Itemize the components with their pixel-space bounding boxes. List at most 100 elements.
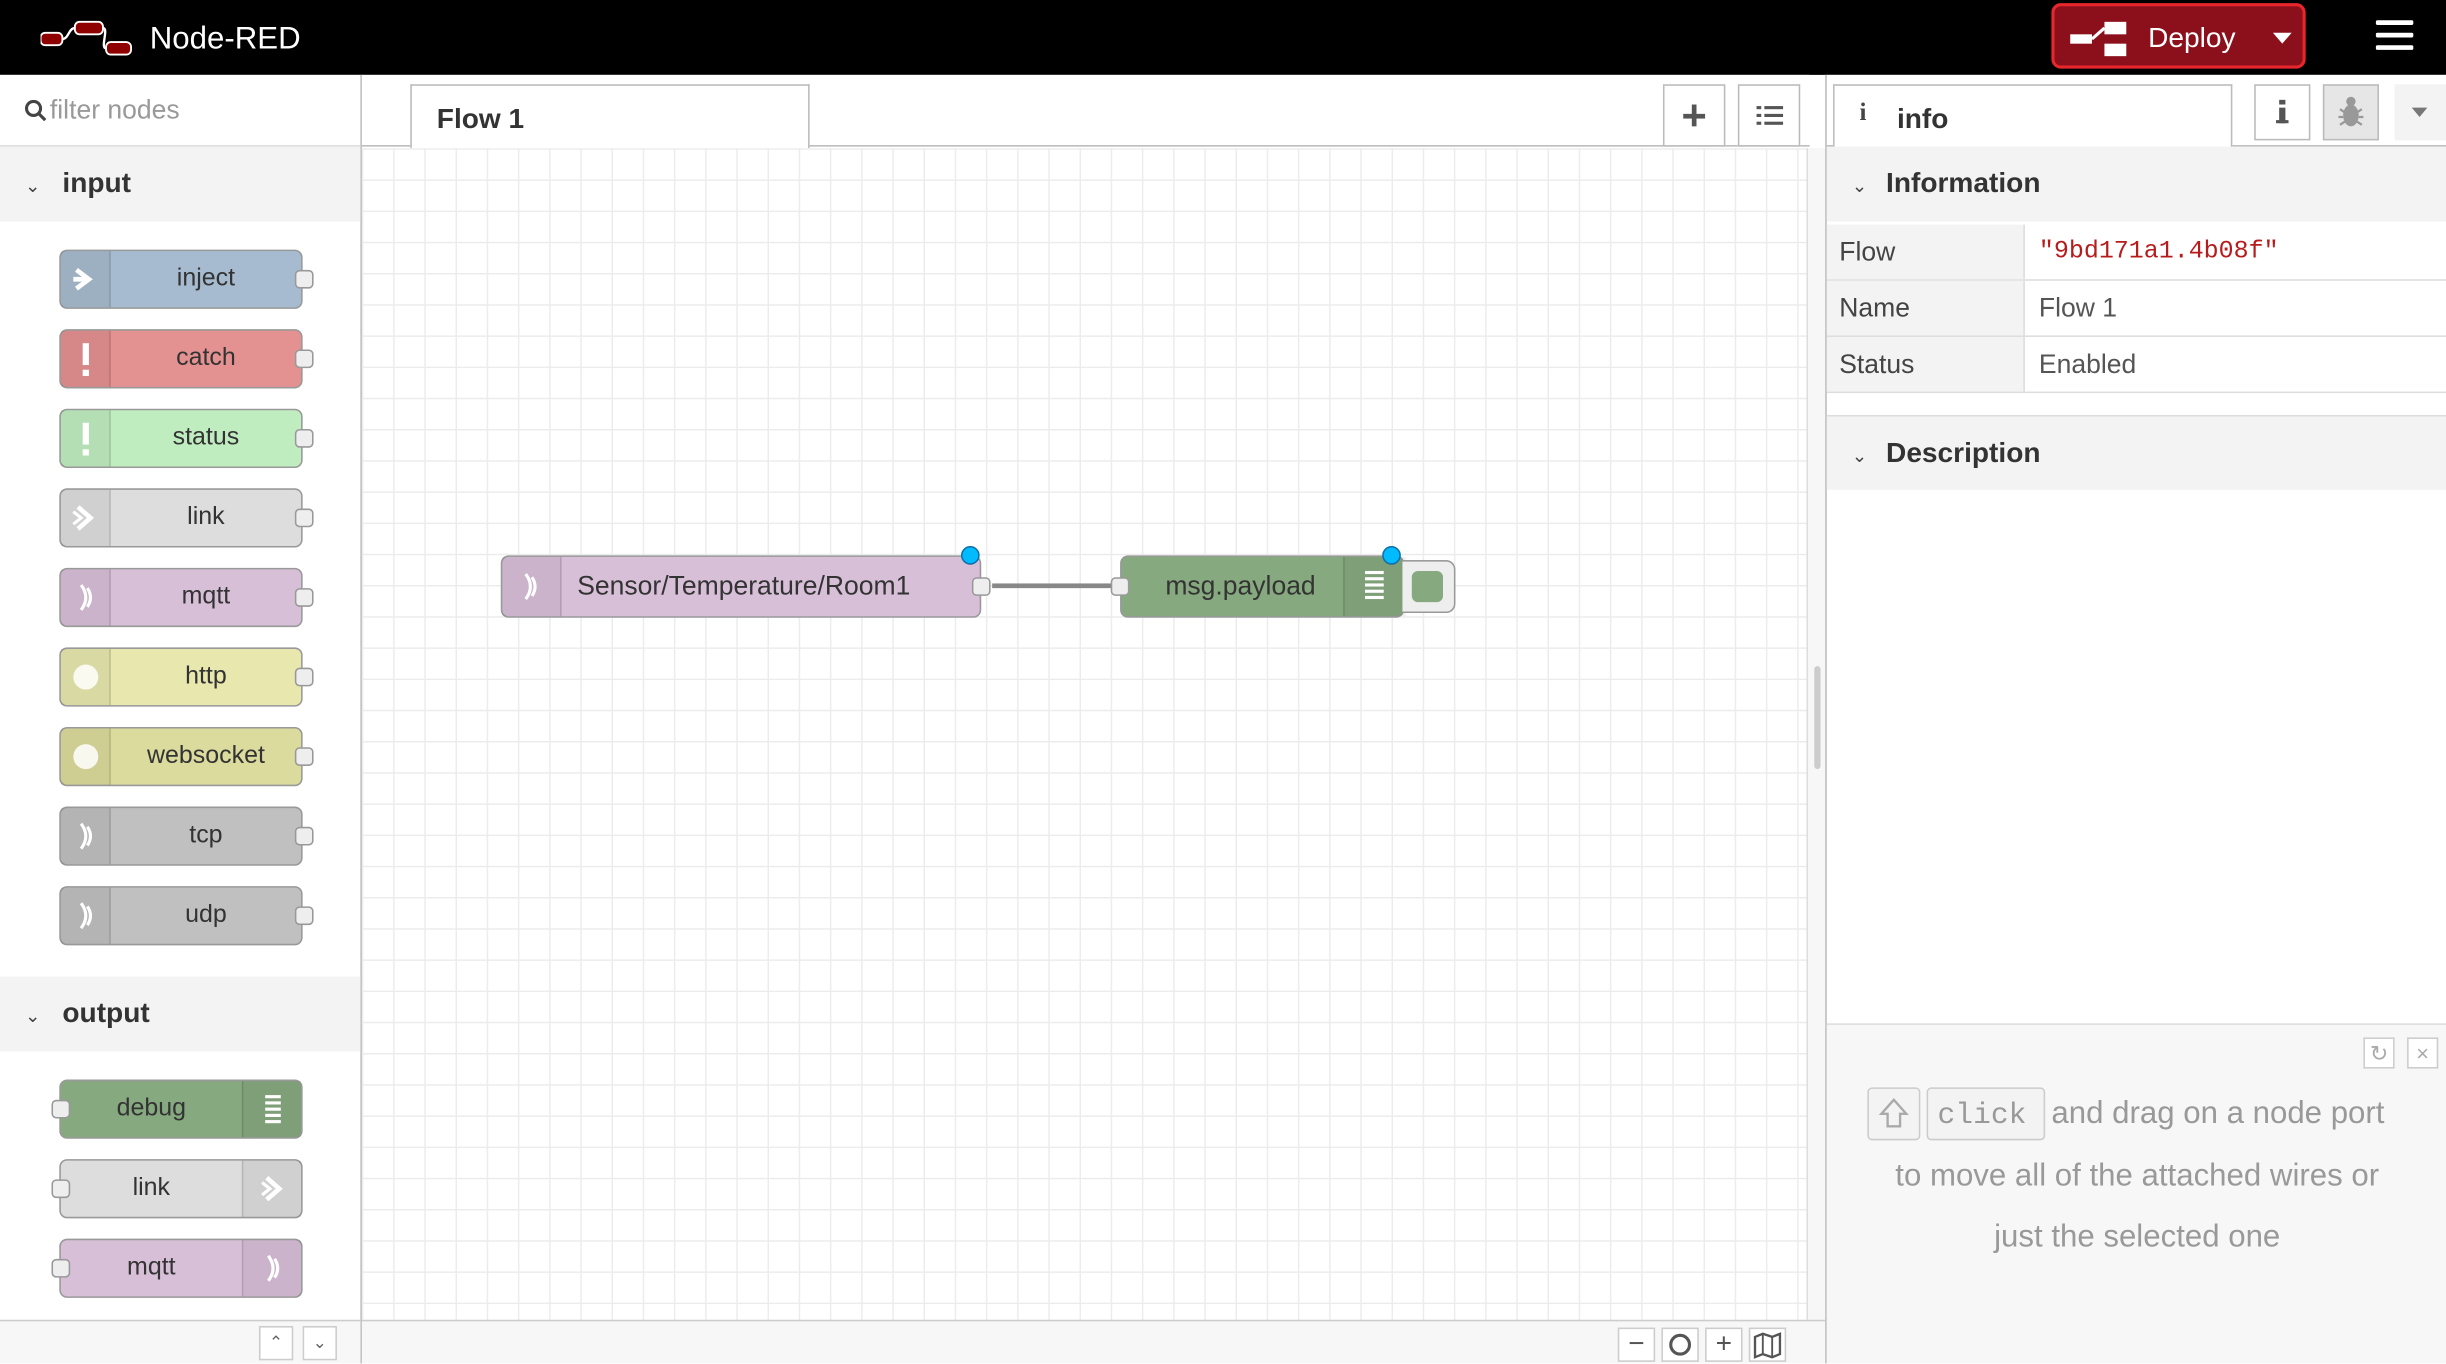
palette-node-label: websocket <box>146 742 265 770</box>
workspace-footer: − + <box>361 1319 1826 1364</box>
tab-info[interactable]: i info <box>1832 84 2233 149</box>
section-title: Information <box>1886 166 2041 199</box>
palette-node-mqtt-in[interactable]: mqtt <box>59 567 314 628</box>
palette-node-http-in[interactable]: http <box>59 647 314 707</box>
tip-text-line2: to move all of the attached wires or <box>1895 1159 2380 1194</box>
tab-label: info <box>1896 102 1949 135</box>
info-row-status: Status Enabled <box>1826 336 2446 394</box>
palette-node-label: inject <box>176 265 236 292</box>
output-port <box>294 906 314 926</box>
resize-grip[interactable] <box>1814 666 1821 770</box>
globe-icon <box>60 648 111 706</box>
bug-icon <box>2338 96 2364 127</box>
info-tab-button[interactable] <box>2254 84 2311 141</box>
deploy-button[interactable]: Deploy <box>2051 3 2306 69</box>
palette-node-link-out[interactable]: link <box>51 1159 303 1219</box>
link-in-icon <box>60 489 111 546</box>
deploy-dropdown-icon[interactable] <box>2272 32 2292 44</box>
palette-node-label: link <box>187 503 225 531</box>
information-section-header[interactable]: ⌄ Information <box>1826 146 2446 222</box>
workspace-tabs: Flow 1 <box>361 74 1810 149</box>
node-palette: ⌄ input inject catch status <box>0 74 362 1364</box>
flow-canvas[interactable]: Sensor/Temperature/Room1 msg.payload <box>361 148 1807 1320</box>
output-port <box>294 747 314 766</box>
flow-node-mqtt-in[interactable]: Sensor/Temperature/Room1 <box>500 546 991 618</box>
palette-node-udp-in[interactable]: udp <box>59 886 314 946</box>
output-port <box>294 667 314 687</box>
palette-node-mqtt-out[interactable]: mqtt <box>51 1238 303 1298</box>
bridge-icon <box>502 556 562 617</box>
flow-wire[interactable] <box>992 583 1121 589</box>
palette-node-tcp-in[interactable]: tcp <box>59 806 314 866</box>
tip-text-line1: and drag on a node port <box>2051 1096 2385 1131</box>
debug-tab-button[interactable] <box>2322 84 2379 141</box>
bridge-icon <box>241 1240 302 1297</box>
category-header-input[interactable]: ⌄ input <box>0 146 361 222</box>
tip-key-label: click <box>1926 1087 2046 1141</box>
info-icon <box>2276 99 2289 124</box>
description-section-header[interactable]: ⌄ Description <box>1826 414 2446 490</box>
tab-flow-1[interactable]: Flow 1 <box>410 84 810 149</box>
deploy-label: Deploy <box>2148 21 2236 54</box>
palette-node-websocket-in[interactable]: websocket <box>59 726 314 787</box>
refresh-tip-icon[interactable]: ↻ <box>2363 1037 2395 1069</box>
alert-icon <box>60 330 111 387</box>
search-icon <box>24 99 47 122</box>
chevron-down-icon: ⌄ <box>24 1004 41 1027</box>
input-port[interactable] <box>1110 577 1130 596</box>
zoom-reset-icon <box>1669 1333 1692 1356</box>
tip-text-line3: just the selected one <box>1994 1219 2281 1255</box>
list-flows-button[interactable] <box>1737 84 1801 147</box>
output-port[interactable] <box>971 577 991 596</box>
filter-nodes-input[interactable] <box>49 90 347 132</box>
debug-toggle-indicator <box>1411 570 1443 603</box>
changed-marker <box>1382 546 1401 565</box>
flow-node-debug[interactable]: msg.payload <box>1110 546 1406 618</box>
section-title: Description <box>1886 436 2041 468</box>
info-icon: i <box>1859 99 1867 127</box>
menu-bar <box>2375 45 2414 50</box>
expand-all-icon[interactable]: ⌄ <box>302 1326 337 1361</box>
chevron-down-icon: ⌄ <box>1851 444 1868 467</box>
info-table: Flow "9bd171a1.4b08f" Name Flow 1 Status… <box>1826 224 2446 394</box>
info-value: Flow 1 <box>2038 293 2118 323</box>
palette-node-label: http <box>185 663 227 690</box>
collapse-all-icon[interactable]: ⌃ <box>258 1326 294 1361</box>
bridge-icon <box>60 808 111 865</box>
map-icon <box>1753 1332 1782 1359</box>
arrow-in-icon <box>60 251 111 308</box>
palette-node-debug[interactable]: debug <box>51 1079 303 1139</box>
category-header-output[interactable]: ⌄ output <box>0 976 361 1052</box>
list-icon <box>1756 106 1784 125</box>
caret-down-icon <box>2411 107 2428 117</box>
zoom-out-button[interactable]: − <box>1617 1327 1656 1362</box>
flow-node-label: msg.payload <box>1165 570 1316 601</box>
tips-panel: ↻ × click and drag on a node port to mov… <box>1826 1023 2446 1364</box>
sidebar-menu-button[interactable] <box>2394 84 2446 141</box>
zoom-reset-button[interactable] <box>1661 1327 1699 1362</box>
debug-toggle-button[interactable] <box>1402 560 1456 614</box>
info-key: Flow <box>1826 224 2025 280</box>
output-port <box>294 588 314 607</box>
zoom-in-button[interactable]: + <box>1705 1327 1743 1362</box>
palette-node-status[interactable]: status <box>59 408 314 468</box>
info-value: "9bd171a1.4b08f" <box>2038 237 2279 266</box>
palette-node-link-in[interactable]: link <box>59 488 314 548</box>
add-flow-button[interactable] <box>1662 84 1726 147</box>
info-row-flow: Flow "9bd171a1.4b08f" <box>1826 224 2446 281</box>
palette-node-catch[interactable]: catch <box>59 329 314 389</box>
navigator-button[interactable] <box>1748 1327 1787 1362</box>
palette-search <box>0 75 361 147</box>
palette-node-label: udp <box>185 901 227 929</box>
bridge-icon <box>60 887 111 944</box>
close-icon[interactable]: × <box>2407 1037 2439 1069</box>
main-menu-button[interactable] <box>2359 16 2431 60</box>
chevron-down-icon: ⌄ <box>1851 174 1868 197</box>
output-port <box>294 826 314 846</box>
output-port <box>294 508 314 528</box>
sidebar-resize-handle[interactable] <box>1806 148 1826 1320</box>
info-row-name: Name Flow 1 <box>1826 280 2446 337</box>
header-bar: Node-RED Deploy <box>0 0 2446 75</box>
output-port <box>294 349 314 369</box>
palette-node-inject[interactable]: inject <box>59 249 314 309</box>
